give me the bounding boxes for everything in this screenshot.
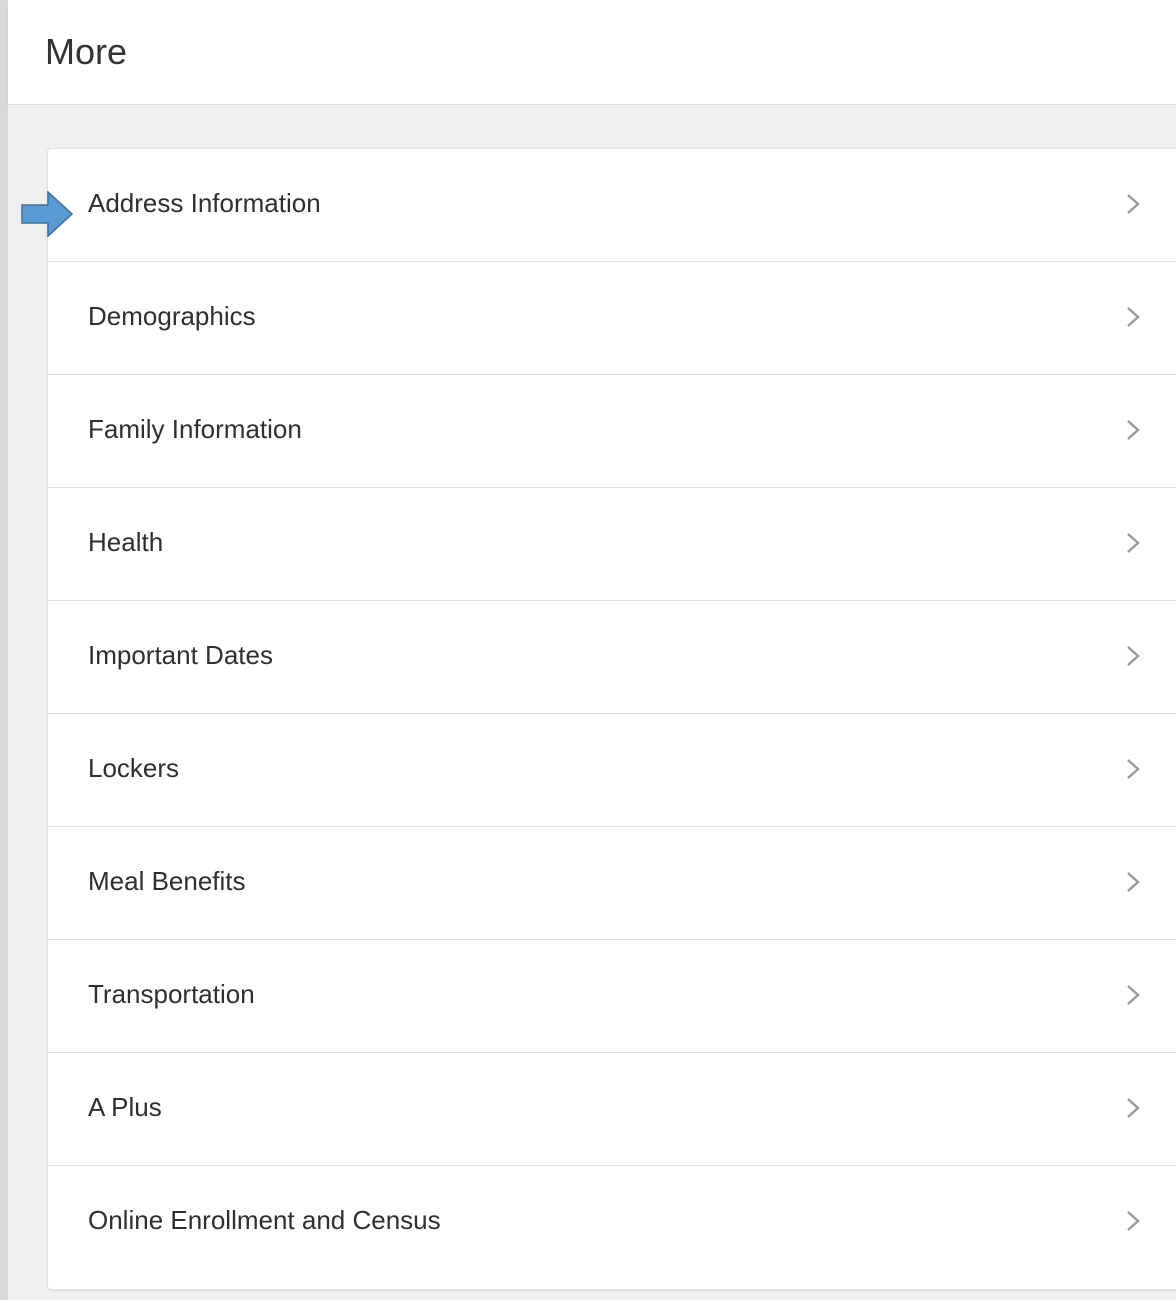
page-title: More — [45, 31, 128, 72]
menu-item-demographics[interactable]: Demographics — [48, 262, 1176, 375]
menu-item-online-enrollment-and-census[interactable]: Online Enrollment and Census — [48, 1166, 1176, 1279]
chevron-right-icon — [1127, 1098, 1140, 1118]
more-menu-list: Address Information Demographics Family … — [48, 149, 1176, 1279]
menu-item-important-dates[interactable]: Important Dates — [48, 601, 1176, 714]
chevron-right-icon — [1127, 194, 1140, 214]
menu-item-family-information[interactable]: Family Information — [48, 375, 1176, 488]
menu-item-health[interactable]: Health — [48, 488, 1176, 601]
menu-item-label: Important Dates — [88, 640, 273, 670]
chevron-right-icon — [1127, 985, 1140, 1005]
menu-item-address-information[interactable]: Address Information — [48, 149, 1176, 262]
left-rail — [0, 0, 8, 1300]
chevron-right-icon — [1127, 1211, 1140, 1231]
menu-item-label: Lockers — [88, 753, 180, 783]
chevron-right-icon — [1127, 646, 1140, 666]
menu-item-lockers[interactable]: Lockers — [48, 714, 1176, 827]
menu-item-meal-benefits[interactable]: Meal Benefits — [48, 827, 1176, 940]
menu-item-label: Health — [88, 527, 164, 557]
arrow-right-icon — [21, 191, 73, 237]
chevron-right-icon — [1127, 759, 1140, 779]
menu-item-label: Demographics — [88, 301, 256, 331]
chevron-right-icon — [1127, 307, 1140, 327]
more-menu-card: Address Information Demographics Family … — [47, 148, 1176, 1290]
menu-item-label: Online Enrollment and Census — [88, 1205, 441, 1235]
chevron-right-icon — [1127, 420, 1140, 440]
menu-item-label: Address Information — [88, 188, 321, 218]
menu-item-label: Meal Benefits — [88, 866, 246, 896]
chevron-right-icon — [1127, 872, 1140, 892]
chevron-right-icon — [1127, 533, 1140, 553]
menu-item-a-plus[interactable]: A Plus — [48, 1053, 1176, 1166]
menu-item-label: Family Information — [88, 414, 302, 444]
menu-item-transportation[interactable]: Transportation — [48, 940, 1176, 1053]
menu-item-label: A Plus — [88, 1092, 162, 1122]
page-header: More — [8, 6, 1176, 105]
menu-item-label: Transportation — [88, 979, 255, 1009]
